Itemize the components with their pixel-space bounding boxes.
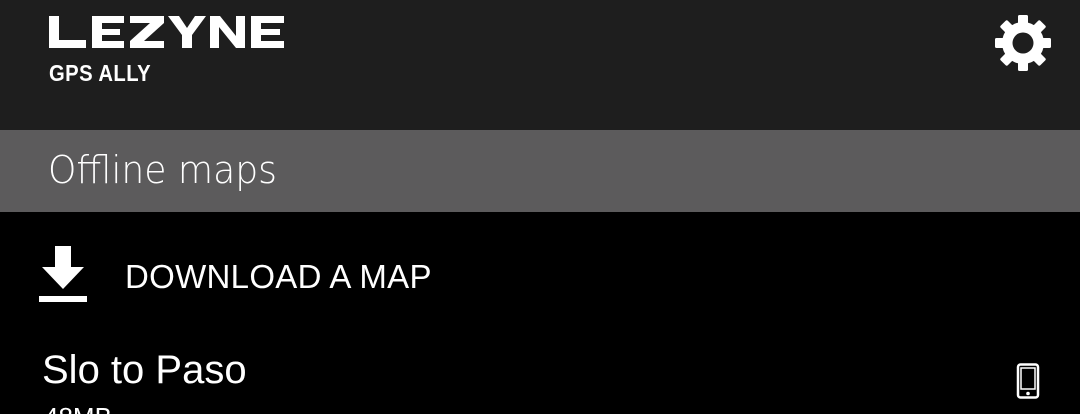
brand: GPS ALLY: [48, 12, 288, 92]
section-header: Offline maps: [0, 130, 1080, 212]
app-header: GPS ALLY: [0, 0, 1080, 130]
lezyne-logo: [48, 12, 288, 52]
map-name: Slo to Paso: [42, 348, 247, 392]
section-title: Offline maps: [48, 148, 277, 192]
app-screen: GPS ALLY Offline maps DOWNLOAD A MAP Slo…: [0, 0, 1080, 414]
download-icon: [38, 246, 88, 304]
app-subtitle: GPS ALLY: [49, 60, 152, 86]
map-size: 48MB: [44, 402, 112, 414]
download-map-label: DOWNLOAD A MAP: [125, 258, 432, 295]
settings-button[interactable]: [992, 12, 1054, 74]
gear-icon: [995, 15, 1051, 71]
map-list-item[interactable]: Slo to Paso 48MB: [0, 340, 1080, 414]
phone-icon: [1016, 363, 1040, 399]
download-map-button[interactable]: DOWNLOAD A MAP: [0, 212, 1080, 340]
